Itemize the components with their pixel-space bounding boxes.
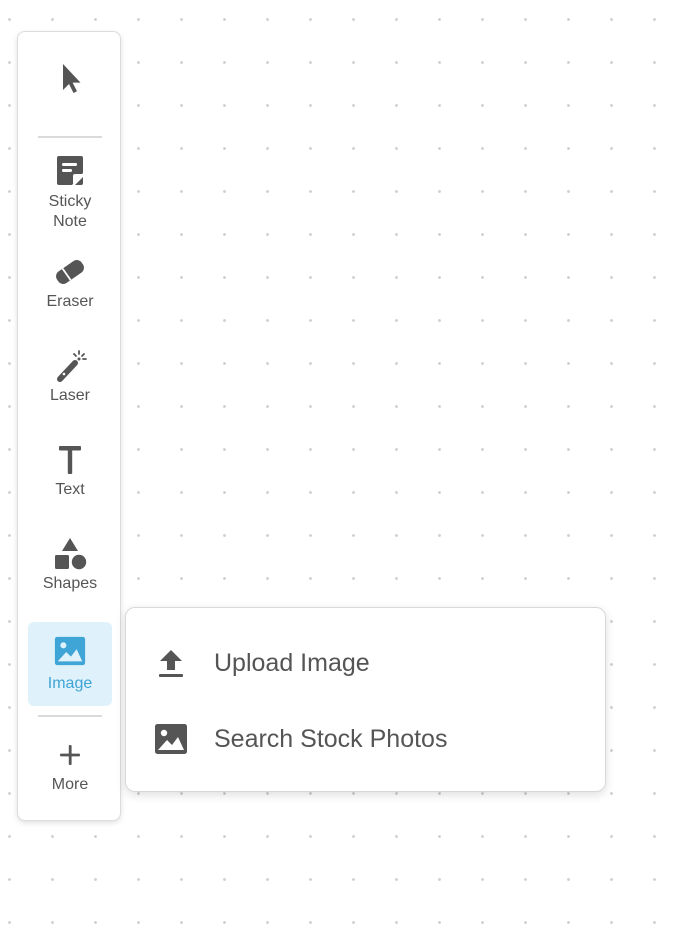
image-icon xyxy=(54,636,86,666)
image-label: Image xyxy=(47,675,93,692)
text-label: Text xyxy=(55,481,85,498)
sticky-note-label-line2: Note xyxy=(53,213,87,230)
image-icon xyxy=(155,724,187,754)
select-tool-button[interactable] xyxy=(28,60,112,110)
sticky-note-tool-button[interactable]: Sticky Note xyxy=(28,152,112,234)
sticky-note-label: Sticky Note xyxy=(49,192,92,232)
plus-icon xyxy=(60,745,80,765)
text-tool-button[interactable]: Text xyxy=(28,442,112,510)
image-tool-button[interactable]: Image xyxy=(28,622,112,706)
toolbar-divider xyxy=(38,136,102,138)
eraser-icon xyxy=(56,260,84,284)
tool-sidebar: Sticky Note Eraser Laser Text Shapes Ima… xyxy=(17,31,121,821)
upload-image-menu-item[interactable]: Upload Image xyxy=(146,638,586,688)
text-icon xyxy=(59,446,81,474)
sticky-note-icon xyxy=(57,156,83,185)
image-options-menu: Upload Image Search Stock Photos xyxy=(125,607,606,792)
upload-icon xyxy=(159,650,183,677)
shapes-label: Shapes xyxy=(42,575,98,592)
search-stock-photos-label: Search Stock Photos xyxy=(214,724,448,753)
eraser-label: Eraser xyxy=(46,293,94,310)
shapes-icon xyxy=(55,538,87,570)
eraser-tool-button[interactable]: Eraser xyxy=(28,254,112,322)
search-stock-photos-menu-item[interactable]: Search Stock Photos xyxy=(146,714,586,764)
shapes-tool-button[interactable]: Shapes xyxy=(28,536,112,604)
laser-pointer-icon xyxy=(57,350,87,382)
cursor-arrow-icon xyxy=(63,64,81,93)
upload-image-label: Upload Image xyxy=(214,648,370,677)
more-label: More xyxy=(51,776,89,793)
sticky-note-label-line1: Sticky xyxy=(48,193,92,210)
more-tool-button[interactable]: More xyxy=(28,737,112,805)
laser-label: Laser xyxy=(49,387,91,404)
laser-tool-button[interactable]: Laser xyxy=(28,348,112,416)
toolbar-divider xyxy=(38,715,102,717)
